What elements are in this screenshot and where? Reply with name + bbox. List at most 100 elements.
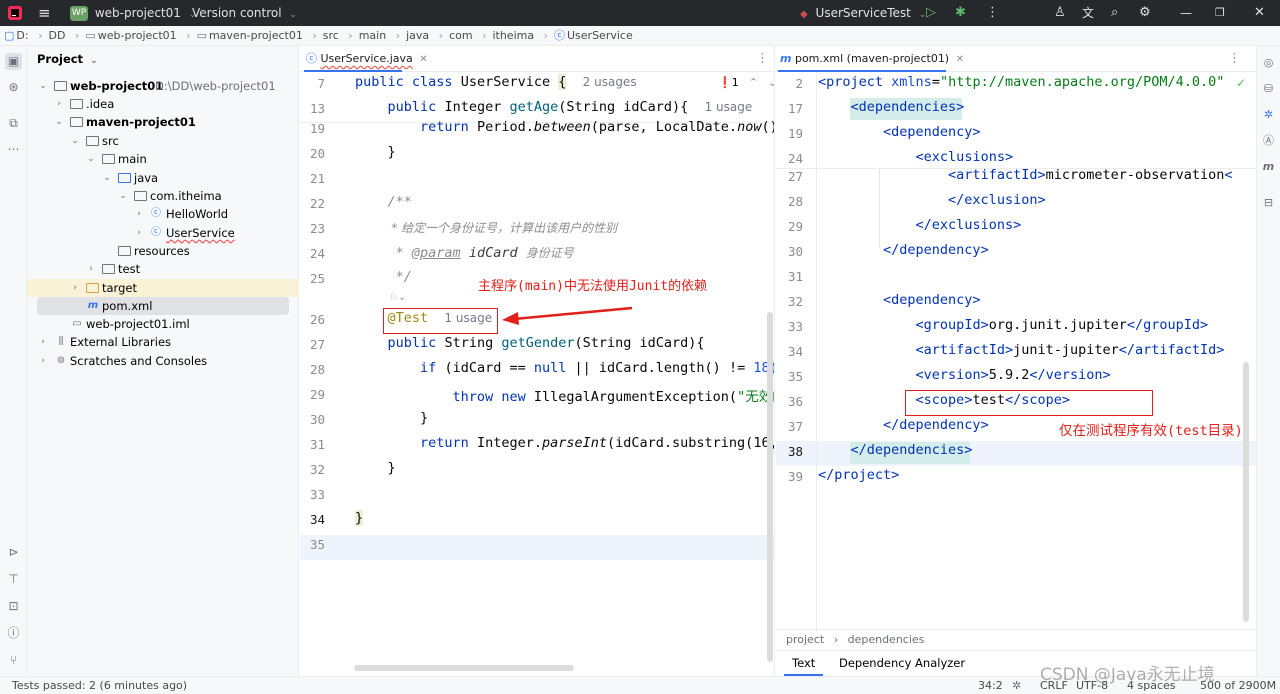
vertical-scrollbar[interactable] (767, 312, 773, 662)
structure-icon[interactable]: ⧉ (5, 115, 22, 132)
cursor-position[interactable]: 34:2 (978, 677, 1003, 694)
xml-tag: <project (818, 74, 884, 90)
tree-item-scratches[interactable]: › ⊚ Scratches and Consoles (27, 352, 299, 370)
xml-breadcrumb-item[interactable]: project (786, 633, 824, 646)
xml-line-34: <artifactId>junit-jupiter</artifactId> (818, 342, 1225, 358)
git-icon[interactable]: ⑂ (5, 652, 22, 669)
more-icon[interactable]: ⋮ (756, 46, 769, 72)
intellij-logo-icon[interactable] (8, 0, 24, 26)
comment: */ (387, 269, 412, 285)
build-icon[interactable]: ⊤ (5, 571, 22, 588)
comment: * (387, 245, 412, 261)
breadcrumb-item[interactable]: java (406, 26, 429, 45)
translate-icon[interactable]: 文 (1082, 0, 1094, 26)
settings-icon[interactable]: ⚙ (1139, 0, 1151, 26)
tab-dependency-analyzer[interactable]: Dependency Analyzer (839, 651, 965, 675)
maven-tool-icon[interactable]: m (1260, 158, 1277, 175)
code-area[interactable]: ✓ 2 17 19 24 27 28 29 30 31 32 33 34 35 … (776, 72, 1256, 632)
chevron-down-icon[interactable]: ⌄ (768, 76, 774, 89)
restore-icon[interactable]: ❐ (1215, 0, 1225, 26)
tab-text[interactable]: Text (784, 651, 824, 676)
tree-item-resources[interactable]: resources (27, 242, 299, 260)
tree-item-userservice[interactable]: › ⓒ UserService (27, 224, 299, 242)
tree-item-idea[interactable]: › .idea (27, 95, 299, 113)
horizontal-scrollbar[interactable] (354, 665, 574, 671)
library-icon: ⫼ (58, 336, 64, 347)
usages-hint[interactable]: 2 usages (583, 75, 637, 89)
problems-icon[interactable]: ⓘ (5, 625, 22, 642)
test-status[interactable]: Tests passed: 2 (6 minutes ago) (12, 677, 187, 694)
xml-breadcrumb-item[interactable]: dependencies (848, 633, 925, 646)
vertical-scrollbar[interactable] (1243, 362, 1249, 622)
breadcrumb-item[interactable]: D: (16, 26, 28, 45)
run-config-selector[interactable]: ◆ UserServiceTest ⌄ (800, 0, 926, 26)
code-text: ()) (761, 119, 774, 135)
tree-item-test[interactable]: › test (27, 260, 299, 278)
tree-item-com-itheima[interactable]: ⌄ com.itheima (27, 187, 299, 205)
commit-icon[interactable]: ⊛ (5, 79, 22, 96)
tree-item-target[interactable]: › target (27, 279, 299, 297)
usages-hint[interactable]: 1 usage (705, 100, 753, 114)
tab-userservice-java[interactable]: ⓒ UserService.java ✕ (304, 46, 428, 72)
code-line-7: public class UserService { 2 usages (355, 74, 637, 90)
close-icon[interactable]: ✕ (1254, 0, 1265, 26)
annotation-note-main: 主程序(main)中无法使用Junit的依赖 (478, 279, 708, 294)
terminal-icon[interactable]: ⊡ (5, 598, 22, 615)
breadcrumb-item[interactable]: main (359, 26, 386, 45)
breadcrumb-item[interactable]: maven-project01 (209, 26, 303, 45)
right-tool-strip: ◎ ⛁ ✲ Ⓐ m ⊟ (1256, 46, 1280, 676)
run-icon[interactable]: ▷ (926, 0, 936, 26)
debug-icon[interactable]: ✱ (955, 0, 966, 26)
code-area[interactable]: 7 13 19 20 21 22 23 24 25 26 27 28 29 30… (300, 72, 774, 676)
tree-item-external-libraries[interactable]: › ⫼ External Libraries (27, 333, 299, 351)
bookmark-icon[interactable]: ⊟ (1260, 194, 1277, 211)
error-indicator[interactable]: ❗1 ⌃ ⌄ (718, 76, 774, 89)
close-tab-icon[interactable]: ✕ (956, 54, 964, 65)
notifications-icon[interactable]: ◎ (1260, 54, 1277, 71)
breadcrumb-item[interactable]: itheima (492, 26, 534, 45)
breadcrumb-item[interactable]: web-project01 (98, 26, 177, 45)
copilot-status-icon[interactable]: ✲ (1012, 677, 1021, 694)
tree-item-web-project01[interactable]: ⌄ web-project01 D:\DD\web-project01 (27, 77, 299, 95)
user-icon[interactable]: ♙ (1054, 0, 1066, 26)
tree-item-java[interactable]: ⌄ java (27, 169, 299, 187)
breadcrumb-item[interactable]: UserService (567, 26, 633, 45)
line-number: 33 (787, 319, 803, 334)
tree-item-main[interactable]: ⌄ main (27, 150, 299, 168)
tree-item-src[interactable]: ⌄ src (27, 132, 299, 150)
tree-item-helloworld[interactable]: › ⓒ HelloWorld (27, 205, 299, 223)
folder-icon (86, 136, 99, 146)
method-call: between (533, 119, 591, 135)
vcs-menu[interactable]: Version control ⌄ (192, 0, 297, 26)
tree-item-iml[interactable]: ▭ web-project01.iml (27, 315, 299, 333)
xml-text: org.junit.jupiter (988, 317, 1127, 333)
search-icon[interactable]: ⌕ (1111, 0, 1118, 26)
database-icon[interactable]: ⛁ (1260, 80, 1277, 97)
project-tool-icon[interactable]: ▣ (5, 53, 22, 70)
breadcrumb-item[interactable]: DD (49, 26, 66, 45)
code-line-23: * 给定一个身份证号，计算出该用户的性别 (355, 219, 617, 236)
ai-assistant-icon[interactable]: ✲ (1260, 106, 1277, 123)
project-selector[interactable]: WP web-project01 ⌄ (70, 0, 196, 26)
project-panel: Project ⌄ ⌄ web-project01 D:\DD\web-proj… (27, 46, 299, 676)
close-tab-icon[interactable]: ✕ (419, 54, 427, 65)
breadcrumb-item[interactable]: com (449, 26, 473, 45)
tree-item-maven-project01[interactable]: ⌄ maven-project01 (27, 113, 299, 131)
hamburger-menu-icon[interactable]: ≡ (38, 0, 56, 26)
services-icon[interactable]: ⊳ (5, 544, 22, 561)
separator-icon: › (438, 29, 444, 42)
line-number: 27 (787, 169, 803, 184)
more-icon[interactable]: ⋮ (986, 0, 999, 26)
project-panel-header[interactable]: Project ⌄ (37, 52, 98, 66)
minimize-icon[interactable]: — (1180, 0, 1192, 26)
more-tools-icon[interactable]: ⋯ (5, 141, 22, 158)
more-icon[interactable]: ⋮ (1228, 46, 1241, 72)
line-number: 28 (787, 194, 803, 209)
breadcrumb-item[interactable]: src (323, 26, 339, 45)
tab-label: pom.xml (maven-project01) (794, 52, 950, 65)
tree-item-pom-xml[interactable]: m pom.xml (37, 297, 289, 315)
tab-pom-xml[interactable]: m pom.xml (maven-project01) ✕ (778, 46, 964, 72)
author-inlay-icon[interactable]: ♘⌄ (389, 292, 406, 303)
copilot-icon[interactable]: Ⓐ (1260, 132, 1277, 149)
chevron-up-icon[interactable]: ⌃ (749, 76, 758, 89)
